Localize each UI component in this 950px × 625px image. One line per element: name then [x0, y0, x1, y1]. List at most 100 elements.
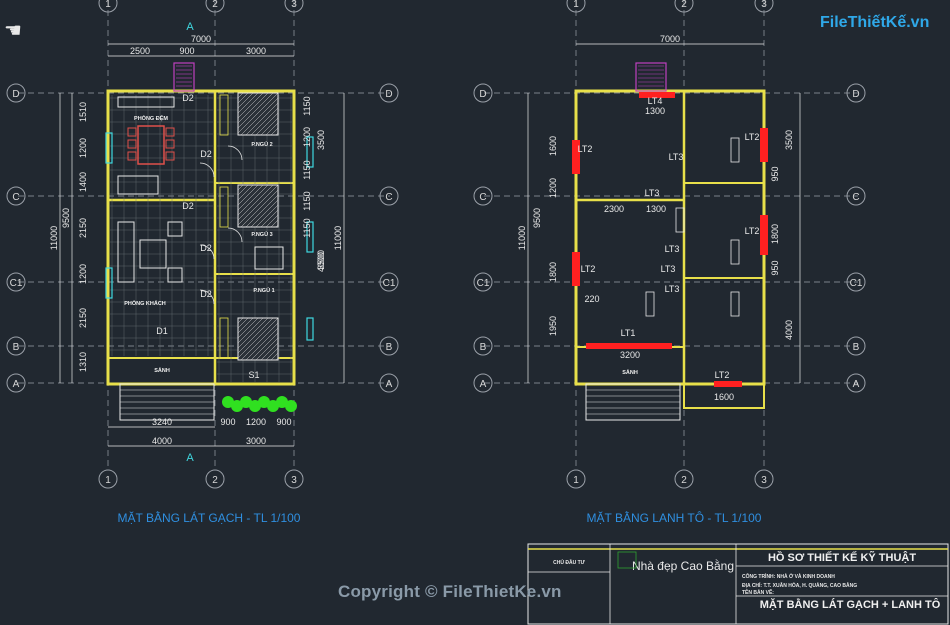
axis-right-B-label: B [386, 342, 393, 353]
axis-bottom-1-label: 1 [105, 475, 111, 486]
section-A-top: A [186, 21, 194, 33]
room-1: P.NGỦ 3 [251, 231, 272, 238]
dim2-inner-2: 2300 [604, 204, 624, 214]
axis2-left-A-label: A [480, 379, 487, 390]
dim-right-seg-7: 4000 [316, 252, 326, 272]
axis2-left-C-label: C [479, 192, 486, 203]
lintel-label-4: LT3 [645, 188, 660, 198]
lintel-label-2: LT3 [669, 152, 684, 162]
dim2-left-seg-1: 1200 [548, 178, 558, 198]
dim2-right-seg-1: 950 [770, 166, 780, 181]
axis-right-D-label: D [385, 89, 392, 100]
dim-bottom-5: 4000 [152, 436, 172, 446]
room-2: P.NGỦ 1 [253, 287, 274, 294]
stair2-top [635, 62, 667, 92]
dim-left-seg-5: 2150 [78, 308, 88, 328]
stair-top [173, 62, 195, 92]
tb-drawing-name: MẶT BẰNG LÁT GẠCH + LANH TÔ [760, 598, 941, 611]
lintel-label-1: LT2 [578, 144, 593, 154]
room-dining: PHÒNG ĐỆM [134, 114, 168, 122]
sofa [117, 221, 135, 283]
dim2-left-seg-0: 1600 [548, 136, 558, 156]
dim-bottom-4: 900 [276, 417, 291, 427]
lintel-label-6: LT3 [665, 244, 680, 254]
wardrobe-0 [219, 94, 229, 136]
dim2-right-seg-2: 1800 [770, 224, 780, 244]
dim2-inner-1: 1300 [645, 106, 665, 116]
plan2-title: MẶT BẰNG LANH TÔ - TL 1/100 [587, 510, 762, 525]
dim-bottom-6: 3000 [246, 436, 266, 446]
axis-top-2-label: 2 [212, 0, 218, 10]
dim2-right-seg-3: 950 [770, 260, 780, 275]
dining-chair-4 [165, 139, 175, 149]
lintel-label-7: LT2 [581, 264, 596, 274]
lintel-label-0: LT4 [648, 96, 663, 106]
dining-chair-1 [127, 139, 137, 149]
tag-box-3 [645, 291, 655, 317]
axis2-right-B-label: B [853, 342, 860, 353]
dim2-left-total-text: 11000 [517, 226, 527, 250]
dim-right-total-text: 11000 [333, 226, 343, 250]
door-tag-1: D2 [200, 149, 212, 159]
lintel-label-10: LT2 [715, 370, 730, 380]
room-4: SẢNH [154, 367, 170, 374]
filethietke-logo[interactable]: FileThiếtKế.vn [820, 14, 929, 32]
dim-right-seg-0: 3500 [316, 130, 326, 150]
plant-7 [285, 400, 297, 412]
lintel-label-5: LT2 [745, 226, 760, 236]
lintel-2 [760, 128, 768, 162]
hand-icon[interactable]: ☚ [4, 18, 22, 43]
dim-top-3: 3000 [246, 46, 266, 56]
tb-project: CÔNG TRÌNH: NHÀ Ở VÀ KINH DOANH [742, 572, 835, 580]
dim2-left-9500: 9500 [532, 208, 542, 228]
dining-chair-0 [127, 127, 137, 137]
lintel-4 [760, 215, 768, 255]
axis-right-C-label: C [385, 192, 392, 203]
tb-header: HỒ SƠ THIẾT KẾ KỸ THUẬT [768, 551, 916, 564]
dim-top-total-text: 7000 [191, 34, 211, 44]
axis2-left-B-label: B [480, 342, 487, 353]
axis2-right-A-label: A [853, 379, 860, 390]
plan2-outer-wall [574, 89, 766, 386]
room-0: P.NGỦ 2 [251, 141, 272, 148]
axis2-left-D-label: D [479, 89, 486, 100]
axis2-bottom-1-label: 1 [573, 475, 579, 486]
axis-bottom-3-label: 3 [291, 475, 297, 486]
tag-box-2 [730, 291, 740, 317]
dim2-inner-3: 1300 [646, 204, 666, 214]
axis-right-C1-label: C1 [383, 278, 396, 289]
dim-left-seg-0: 1510 [78, 102, 88, 122]
axis-top-3-label: 3 [291, 0, 297, 10]
tb-owner-label: CHỦ ĐẦU TƯ [553, 559, 585, 566]
axis2-bottom-3-label: 3 [761, 475, 767, 486]
dim-bottom-3: 1200 [246, 417, 266, 427]
tb-sheet-label: TÊN BẢN VẼ: [742, 588, 774, 596]
door-tag-6: S1 [248, 370, 259, 380]
axis-left-A-label: A [13, 379, 20, 390]
dim-right-seg-2: 1200 [302, 127, 312, 147]
dim2-inner-4: 3200 [620, 350, 640, 360]
section-A-bottom: A [186, 452, 194, 464]
wardrobe-1 [219, 186, 229, 228]
dim-left-seg-2: 1400 [78, 172, 88, 192]
tag-box-1 [730, 239, 740, 265]
axis2-right-C-label: C [852, 192, 859, 203]
door-tag-0: D2 [182, 93, 194, 103]
lintel-6 [714, 381, 742, 387]
axis-bottom-2-label: 2 [212, 475, 218, 486]
dim-left-seg-3: 2150 [78, 218, 88, 238]
axis2-top-2-label: 2 [681, 0, 687, 10]
room2-sanh: SẢNH [622, 369, 638, 376]
axis2-right-C1-label: C1 [850, 278, 863, 289]
dim2-top-text: 7000 [660, 34, 680, 44]
tb-company: Nhà đẹp Cao Bằng [632, 558, 734, 573]
dim2-inner-5: 1600 [714, 392, 734, 402]
dim-left-seg-1: 1200 [78, 138, 88, 158]
lintel-3 [572, 252, 580, 286]
dim2-left-seg-2: 1800 [548, 262, 558, 282]
dining-chair-2 [127, 151, 137, 161]
axis-left-C-label: C [12, 192, 19, 203]
dim2-right-seg-4: 4000 [784, 320, 794, 340]
dim-left-total-text: 11000 [49, 226, 59, 250]
lintel-label-9: LT1 [621, 328, 636, 338]
